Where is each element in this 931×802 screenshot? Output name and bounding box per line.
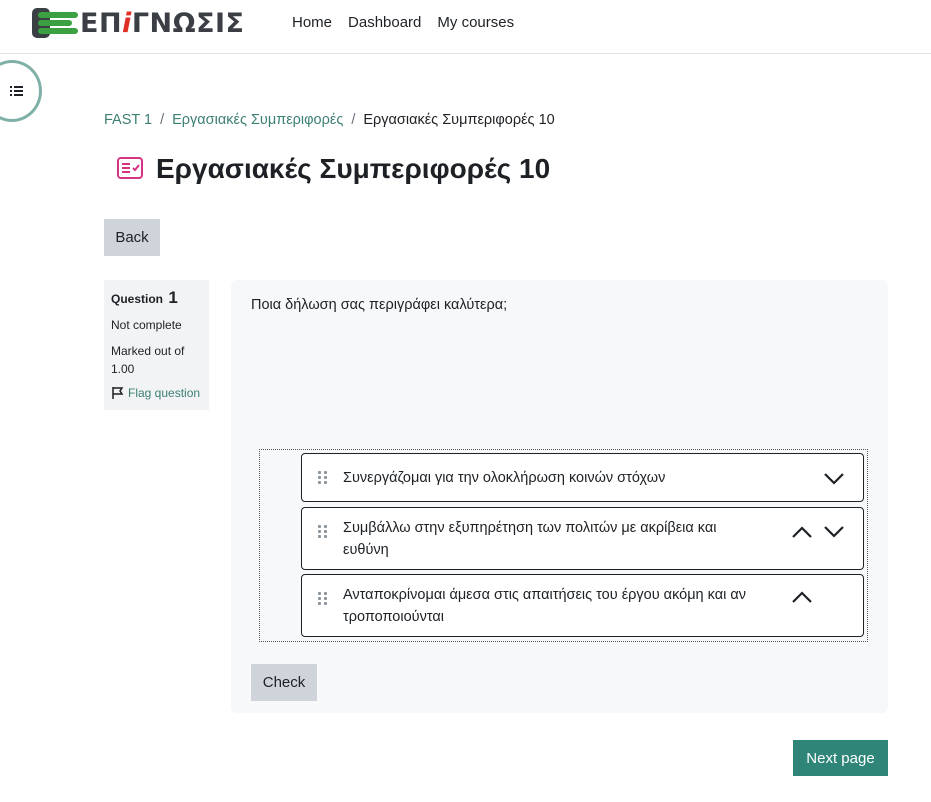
breadcrumb-separator: / bbox=[351, 112, 356, 128]
move-up-icon[interactable] bbox=[791, 525, 813, 539]
question-grade: Marked out of 1.00 bbox=[111, 344, 185, 376]
top-navbar: ΕΠiΓΝΩΣΙΣ Home Dashboard My courses bbox=[0, 0, 931, 54]
ordering-item[interactable]: Ανταποκρίνομαι άμεσα στις απαιτήσεις του… bbox=[301, 574, 864, 637]
check-button[interactable]: Check bbox=[251, 664, 317, 701]
question-text: Ποια δήλωση σας περιγράφει καλύτερα; bbox=[251, 297, 508, 313]
flag-question-label: Flag question bbox=[128, 386, 201, 400]
nav-home-link[interactable]: Home bbox=[292, 14, 332, 31]
move-down-icon[interactable] bbox=[823, 472, 845, 486]
nav-dashboard-link[interactable]: Dashboard bbox=[348, 14, 421, 31]
question-label: Question bbox=[111, 292, 164, 306]
question-number: 1 bbox=[168, 288, 178, 307]
course-index-toggle-button[interactable] bbox=[0, 60, 42, 122]
quiz-icon bbox=[117, 157, 143, 179]
page-header: Εργασιακές Συμπεριφορές 10 bbox=[116, 153, 550, 185]
ordering-item-text: Ανταποκρίνομαι άμεσα στις απαιτήσεις του… bbox=[343, 587, 746, 625]
logo-mark-icon bbox=[32, 6, 78, 40]
page-title: Εργασιακές Συμπεριφορές 10 bbox=[156, 153, 551, 184]
ordering-item[interactable]: Συνεργάζομαι για την ολοκλήρωση κοινών σ… bbox=[301, 453, 864, 502]
drag-handle-icon[interactable] bbox=[318, 471, 328, 484]
breadcrumb-course-link[interactable]: FAST 1 bbox=[104, 112, 152, 128]
ordering-item-text: Συνεργάζομαι για την ολοκλήρωση κοινών σ… bbox=[343, 470, 666, 486]
question-info-panel: Question 1 Not complete Marked out of 1.… bbox=[104, 280, 209, 410]
site-logo[interactable]: ΕΠiΓΝΩΣΙΣ bbox=[32, 6, 245, 40]
nav-my-courses-link[interactable]: My courses bbox=[437, 14, 514, 31]
breadcrumb-current: Εργασιακές Συμπεριφορές 10 bbox=[363, 112, 555, 128]
ordering-answer-list: Συνεργάζομαι για την ολοκλήρωση κοινών σ… bbox=[259, 449, 868, 642]
drag-handle-icon[interactable] bbox=[318, 592, 328, 605]
move-down-icon[interactable] bbox=[823, 525, 845, 539]
flag-icon bbox=[112, 387, 124, 399]
breadcrumb-separator: / bbox=[160, 112, 165, 128]
ordering-item[interactable]: Συμβάλλω στην εξυπηρέτηση των πολιτών με… bbox=[301, 507, 864, 570]
ordering-item-text: Συμβάλλω στην εξυπηρέτηση των πολιτών με… bbox=[343, 520, 717, 558]
back-button[interactable]: Back bbox=[104, 219, 160, 256]
list-icon bbox=[10, 86, 26, 99]
drag-handle-icon[interactable] bbox=[318, 525, 328, 538]
next-page-button[interactable]: Next page bbox=[793, 740, 888, 776]
logo-text: ΕΠiΓΝΩΣΙΣ bbox=[80, 7, 245, 39]
breadcrumb: FAST 1 / Εργασιακές Συμπεριφορές / Εργασ… bbox=[104, 112, 555, 128]
primary-nav: Home Dashboard My courses bbox=[292, 14, 514, 31]
move-up-icon[interactable] bbox=[791, 590, 813, 604]
question-content: Ποια δήλωση σας περιγράφει καλύτερα; Συν… bbox=[231, 280, 888, 713]
flag-question-link[interactable]: Flag question bbox=[111, 386, 202, 400]
question-state: Not complete bbox=[111, 318, 182, 332]
breadcrumb-section-link[interactable]: Εργασιακές Συμπεριφορές bbox=[172, 112, 343, 128]
